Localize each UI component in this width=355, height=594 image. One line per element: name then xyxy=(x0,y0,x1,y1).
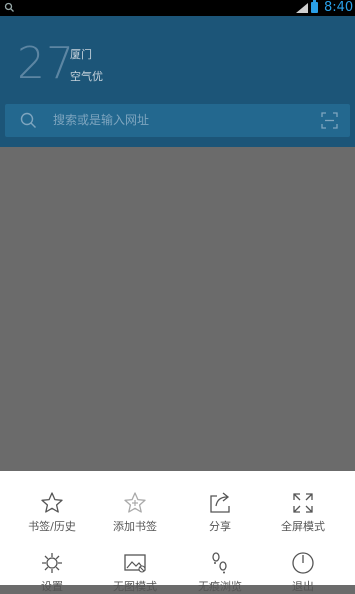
menu-item-label: 设置 xyxy=(41,580,63,593)
share-icon xyxy=(210,492,230,513)
add-bookmark-icon xyxy=(124,492,146,513)
battery-icon xyxy=(311,0,318,13)
signal-icon xyxy=(296,3,308,13)
menu-item-label: 添加书签 xyxy=(113,520,157,533)
menu-item-label: 退出 xyxy=(292,580,314,593)
menu-item-label: 全屏模式 xyxy=(281,520,325,533)
scan-icon[interactable] xyxy=(321,112,338,129)
search-icon xyxy=(20,112,36,128)
search-icon xyxy=(4,2,14,12)
menu-item-label: 无图模式 xyxy=(113,580,157,593)
status-bar: 8:40 xyxy=(0,0,355,16)
incognito-icon xyxy=(212,552,227,574)
menu-item-label: 分享 xyxy=(209,520,231,533)
city-name: 厦门 xyxy=(70,48,92,61)
status-time: 8:40 xyxy=(324,0,354,15)
star-icon xyxy=(41,492,63,513)
fullscreen-icon xyxy=(293,493,313,513)
menu-item-label: 无痕浏览 xyxy=(198,580,242,593)
no-image-icon xyxy=(124,554,146,573)
menu-sheet: 书签/历史 添加书签 分享 全屏模式 设置 无图模式 无痕浏览 退出 xyxy=(0,471,355,593)
settings-icon xyxy=(42,553,62,573)
home-header: 27 厦门 空气优 搜索或是输入网址 xyxy=(0,16,355,147)
search-input[interactable]: 搜索或是输入网址 xyxy=(53,112,149,129)
air-quality: 空气优 xyxy=(70,70,103,83)
search-bar[interactable]: 搜索或是输入网址 xyxy=(5,104,350,137)
power-icon xyxy=(292,552,314,574)
menu-item-label: 书签/历史 xyxy=(28,520,76,533)
temperature: 27 xyxy=(17,38,75,89)
